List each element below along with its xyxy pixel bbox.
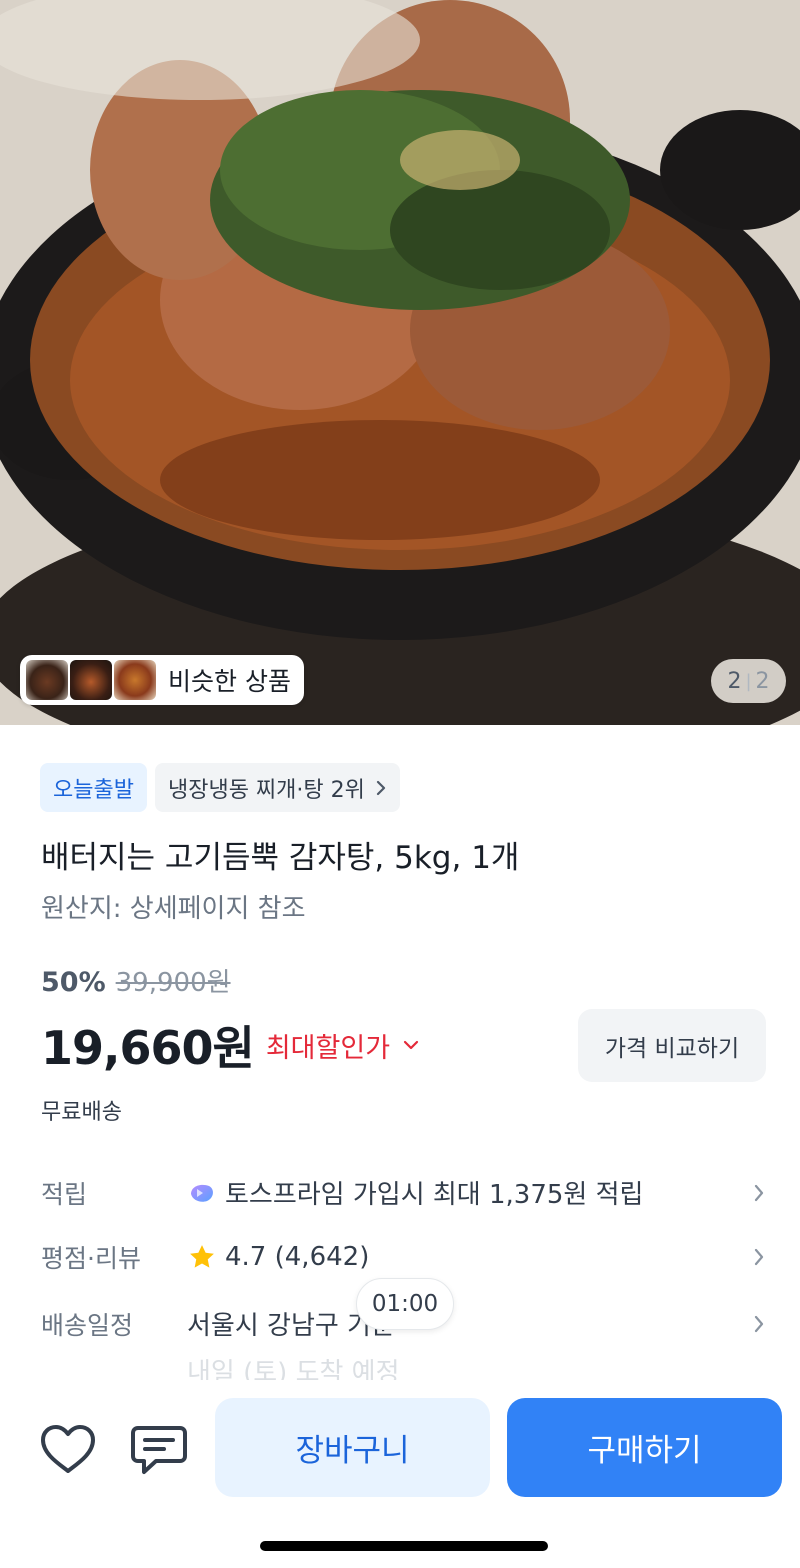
heart-icon xyxy=(41,1425,95,1473)
page-current: 2 xyxy=(727,668,742,694)
similar-thumbnail xyxy=(70,660,112,700)
chevron-right-icon xyxy=(754,1184,764,1201)
chevron-right-icon xyxy=(376,780,385,795)
add-to-cart-label: 장바구니 xyxy=(295,1433,410,1469)
today-shipping-label: 오늘출발 xyxy=(53,777,134,803)
delivery-label: 배송일정 xyxy=(41,1310,134,1340)
price-compare-button[interactable]: 가격 비교하기 xyxy=(578,1009,766,1082)
toss-prime-icon xyxy=(191,1184,213,1202)
category-ranking-label: 냉장냉동 찌개·탕 2위 xyxy=(167,777,365,803)
price-compare-label: 가격 비교하기 xyxy=(604,1035,740,1062)
page-separator: | xyxy=(745,670,752,692)
product-image-carousel[interactable]: 비슷한 상품 2 | 2 xyxy=(0,0,800,725)
best-price-toggle[interactable]: 최대할인가 xyxy=(266,1026,390,1065)
similar-products-chip[interactable]: 비슷한 상품 xyxy=(20,655,304,705)
price-row: 19,660원 최대할인가 xyxy=(41,1012,420,1078)
add-to-cart-button[interactable]: 장바구니 xyxy=(215,1398,490,1497)
rating-value-wrap: 4.7 (4,642) xyxy=(187,1242,749,1272)
today-shipping-badge: 오늘출발 xyxy=(40,763,147,812)
inquiry-button[interactable] xyxy=(129,1420,189,1480)
product-badges: 오늘출발 냉장냉동 찌개·탕 2위 xyxy=(40,763,400,812)
page-total: 2 xyxy=(755,668,770,694)
star-icon xyxy=(190,1245,214,1268)
discount-info: 50% 39,900원 xyxy=(41,962,231,999)
original-price: 39,900원 xyxy=(115,968,231,998)
delivery-value: 서울시 강남구 기준 xyxy=(187,1311,395,1341)
chat-icon xyxy=(131,1426,187,1474)
chevron-right-icon xyxy=(754,1315,764,1332)
points-label: 적립 xyxy=(41,1179,88,1209)
rating-value: 4.7 (4,642) xyxy=(225,1242,370,1272)
image-page-indicator: 2 | 2 xyxy=(711,659,786,703)
shipping-info: 무료배송 xyxy=(41,1100,122,1125)
product-photo xyxy=(0,0,800,725)
rating-label: 평점·리뷰 xyxy=(41,1244,141,1273)
time-bubble: 01:00 xyxy=(356,1278,454,1330)
points-row[interactable]: 적립 토스프라임 가입시 최대 1,375원 적립 xyxy=(41,1174,769,1211)
points-value: 토스프라임 가입시 최대 1,375원 적립 xyxy=(225,1180,644,1210)
similar-thumbnail xyxy=(114,660,156,700)
points-value-wrap: 토스프라임 가입시 최대 1,375원 적립 xyxy=(187,1174,749,1211)
chevron-down-icon[interactable] xyxy=(402,1039,420,1051)
rating-row[interactable]: 평점·리뷰 4.7 (4,642) xyxy=(41,1239,769,1275)
product-title: 배터지는 고기듬뿍 감자탕, 5kg, 1개 xyxy=(41,840,520,876)
product-origin: 원산지: 상세페이지 참조 xyxy=(41,894,306,924)
buy-now-label: 구매하기 xyxy=(587,1433,702,1469)
home-indicator[interactable] xyxy=(260,1541,548,1551)
wishlist-button[interactable] xyxy=(38,1420,98,1480)
buy-now-button[interactable]: 구매하기 xyxy=(507,1398,782,1497)
category-ranking-badge[interactable]: 냉장냉동 찌개·탕 2위 xyxy=(154,763,400,812)
sale-price: 19,660원 xyxy=(41,1021,255,1075)
chevron-right-icon xyxy=(754,1248,764,1266)
similar-products-label: 비슷한 상품 xyxy=(168,667,291,696)
discount-rate: 50% xyxy=(41,967,106,998)
similar-thumbnail xyxy=(26,660,68,700)
